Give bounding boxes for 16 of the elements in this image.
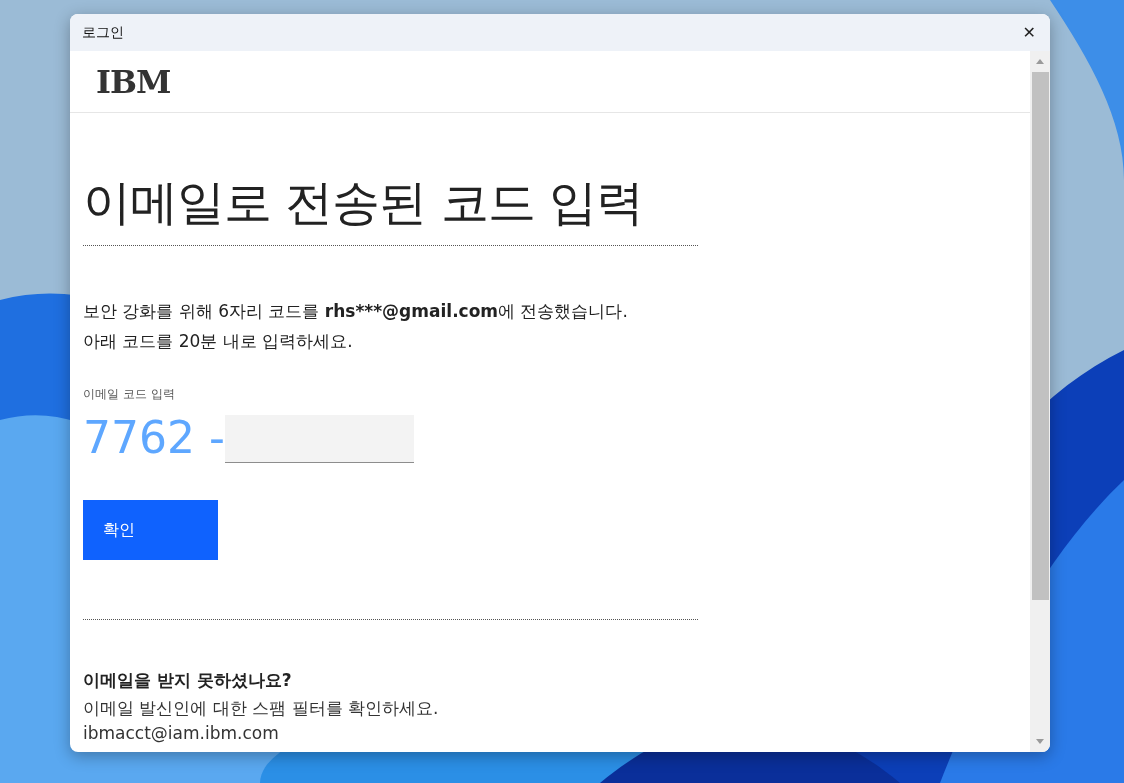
email-address: ibmacct@iam.ibm.com <box>83 722 280 744</box>
help-text: 이메일 발신인에 대한 스팸 필터를 확인하세요. <box>83 697 440 720</box>
message-text: 아래 코드를 20분 내로 입력하세요. <box>83 330 354 353</box>
close-button[interactable]: ✕ <box>1020 23 1038 42</box>
scrollbar[interactable] <box>1030 51 1050 752</box>
scroll-down-icon[interactable] <box>1036 739 1044 744</box>
code-prefix: 7762 - <box>83 413 225 463</box>
field-label: 이메일 코드 입력 <box>83 386 176 403</box>
confirm-button[interactable]: 확인 <box>83 500 218 560</box>
logo: IBM <box>96 63 171 100</box>
code-input-field[interactable] <box>224 415 414 463</box>
window-title: 로그인 <box>82 23 124 42</box>
help-title: 이메일을 받지 못하셨나요? <box>83 669 293 692</box>
scroll-up-icon[interactable] <box>1036 59 1044 64</box>
page-heading: 이메일로 전송된 코드 입력 <box>83 171 698 246</box>
message-text: 보안 강화를 위해 6자리 코드를 rhs***@gmail.com에 전송했습니다. <box>83 300 629 323</box>
